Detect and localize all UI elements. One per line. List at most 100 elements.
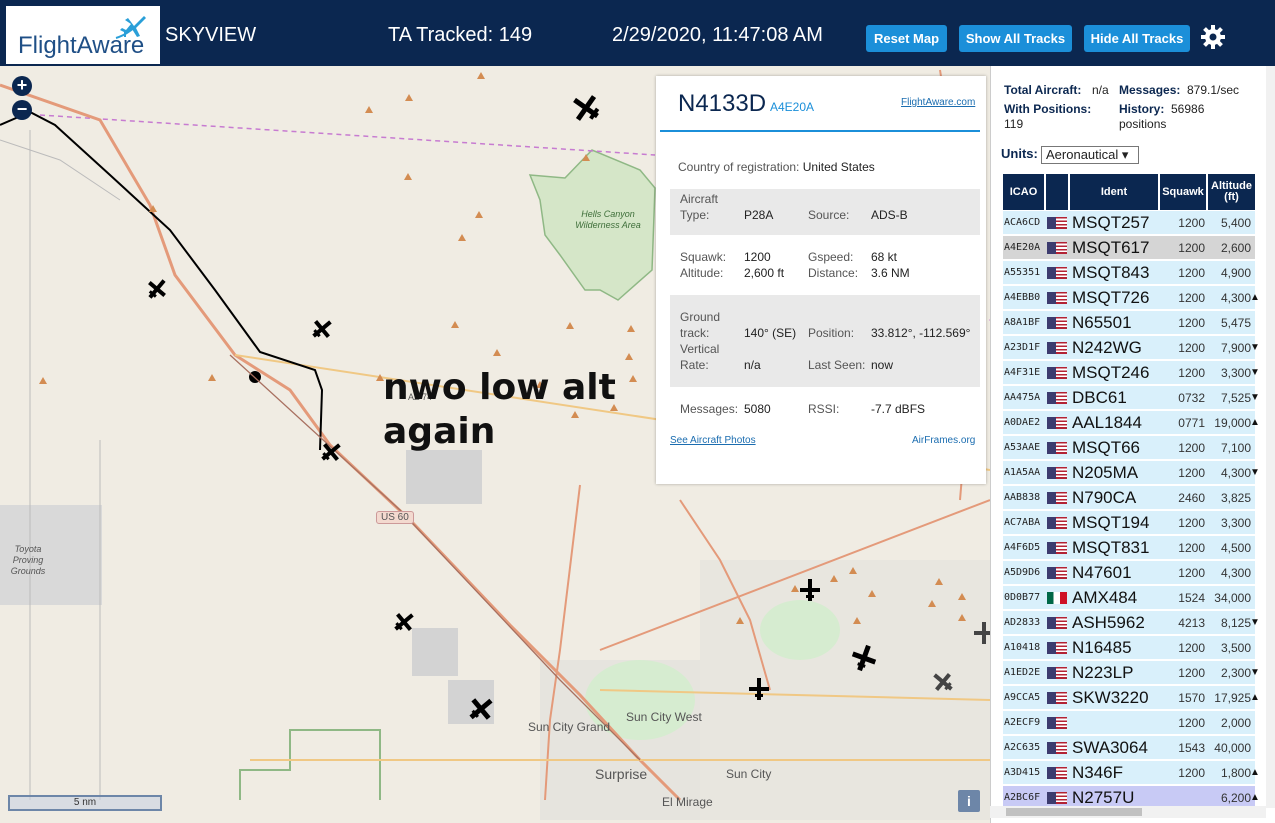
horizontal-scroll-thumb[interactable] bbox=[1006, 808, 1142, 816]
table-row[interactable]: A53AAE MSQT66 1200 7,100 bbox=[1003, 436, 1255, 460]
row-icao: A2C635 bbox=[1004, 742, 1041, 753]
row-altitude: 1,800 bbox=[1220, 766, 1251, 780]
aircraft-popup: N4133D A4E20A FlightAware.com Country of… bbox=[656, 76, 986, 484]
table-row[interactable]: A10418 N16485 1200 3,500 bbox=[1003, 636, 1255, 660]
total-aircraft-value: n/a bbox=[1092, 83, 1109, 97]
row-icao: AC7ABA bbox=[1004, 517, 1041, 528]
row-ident: MSQT831 bbox=[1072, 538, 1150, 557]
reset-map-button[interactable]: Reset Map bbox=[866, 25, 947, 52]
table-row[interactable]: AD2833 ASH5962 4213 8,125 ▼ bbox=[1003, 611, 1260, 635]
aircraft-type-label-2: Type: bbox=[680, 208, 710, 222]
us-flag-icon bbox=[1047, 767, 1067, 779]
lastseen-label: Last Seen: bbox=[808, 358, 866, 372]
row-squawk: 1200 bbox=[1178, 466, 1205, 480]
table-row[interactable]: A8A1BF N65501 1200 5,475 bbox=[1003, 311, 1255, 335]
position-label: Position: bbox=[808, 326, 855, 340]
info-icon[interactable]: i bbox=[958, 790, 980, 812]
row-ident: MSQT246 bbox=[1072, 363, 1150, 382]
row-altitude: 8,125 bbox=[1220, 616, 1251, 630]
table-row[interactable]: A2C635 SWA3064 1543 40,000 bbox=[1003, 736, 1255, 760]
popup-block-messages: Messages: 5080 RSSI: -7.7 dBFS bbox=[670, 394, 980, 424]
table-row[interactable]: A4E20A MSQT617 1200 2,600 bbox=[1003, 236, 1255, 260]
table-row[interactable]: A23D1F N242WG 1200 7,900 ▼ bbox=[1003, 336, 1260, 360]
row-icao: A53AAE bbox=[1004, 442, 1041, 453]
row-trend-icon: ▼ bbox=[1250, 367, 1260, 378]
table-row[interactable]: AC7ABA MSQT194 1200 3,300 bbox=[1003, 511, 1255, 535]
popup-block-type: Aircraft Type: P28A Source: ADS-B bbox=[670, 189, 980, 235]
col-icao[interactable]: ICAO bbox=[1003, 174, 1044, 210]
row-altitude: 5,475 bbox=[1220, 316, 1251, 330]
table-row[interactable]: A4F6D5 MSQT831 1200 4,500 bbox=[1003, 536, 1255, 560]
airframes-link[interactable]: AirFrames.org bbox=[912, 435, 975, 446]
messages-rate-label: Messages: bbox=[1119, 83, 1181, 97]
row-squawk: 1200 bbox=[1178, 716, 1205, 730]
row-ident: MSQT194 bbox=[1072, 513, 1150, 532]
flightaware-link[interactable]: FlightAware.com bbox=[901, 97, 975, 108]
popup-registration: N4133D bbox=[678, 90, 767, 117]
row-squawk: 1570 bbox=[1178, 691, 1205, 705]
table-row[interactable]: AA475A DBC61 0732 7,525 ▼ bbox=[1003, 386, 1260, 410]
hide-all-tracks-button[interactable]: Hide All Tracks bbox=[1084, 25, 1190, 52]
us-flag-icon bbox=[1047, 717, 1067, 729]
row-icao: AAB838 bbox=[1004, 492, 1041, 503]
units-label: Units: bbox=[1001, 146, 1038, 161]
us-flag-icon bbox=[1047, 542, 1067, 554]
row-altitude: 4,300 bbox=[1220, 466, 1251, 480]
row-icao: A5D9D6 bbox=[1004, 567, 1041, 578]
popup-hex: A4E20A bbox=[770, 100, 815, 114]
col-altitude-unit: (ft) bbox=[1224, 191, 1239, 203]
altitude-label: Altitude: bbox=[680, 266, 724, 280]
mexico-flag-icon bbox=[1047, 592, 1067, 604]
table-row[interactable]: A0DAE2 AAL1844 0771 19,000 ▲ bbox=[1003, 411, 1260, 435]
col-altitude[interactable]: Altitude (ft) bbox=[1208, 174, 1255, 210]
table-row[interactable]: A3D415 N346F 1200 1,800 ▲ bbox=[1003, 761, 1260, 785]
vrate-label: Vertical bbox=[680, 342, 720, 356]
zoom-out-button[interactable]: − bbox=[12, 100, 32, 120]
ground-track-label-2: track: bbox=[680, 326, 710, 340]
show-all-tracks-button[interactable]: Show All Tracks bbox=[959, 25, 1072, 52]
altitude-value: 2,600 ft bbox=[744, 266, 785, 280]
us-flag-icon bbox=[1047, 392, 1067, 404]
us-flag-icon bbox=[1047, 492, 1067, 504]
us-flag-icon bbox=[1047, 417, 1067, 429]
table-row[interactable]: ACA6CD MSQT257 1200 5,400 bbox=[1003, 211, 1255, 235]
row-squawk: 1200 bbox=[1178, 666, 1205, 680]
zoom-in-button[interactable]: + bbox=[12, 76, 32, 96]
table-row[interactable]: A4EBB0 MSQT726 1200 4,300 ▲ bbox=[1003, 286, 1260, 310]
col-ident[interactable]: Ident bbox=[1070, 174, 1158, 210]
row-icao: A1A5AA bbox=[1004, 467, 1041, 478]
row-icao: A4F6D5 bbox=[1004, 542, 1041, 553]
col-flag[interactable] bbox=[1046, 174, 1068, 210]
row-icao: A4E20A bbox=[1004, 242, 1041, 253]
table-row[interactable]: 0D0B77 AMX484 1524 34,000 bbox=[1003, 586, 1255, 610]
table-row[interactable]: A5D9D6 N47601 1200 4,300 bbox=[1003, 561, 1255, 585]
row-icao: A0DAE2 bbox=[1004, 417, 1041, 428]
row-ident: N205MA bbox=[1072, 463, 1139, 482]
aircraft-photos-link[interactable]: See Aircraft Photos bbox=[670, 435, 756, 446]
vertical-scrollbar[interactable] bbox=[1266, 66, 1275, 808]
table-row[interactable]: A9CCA5 SKW3220 1570 17,925 ▲ bbox=[1003, 686, 1260, 710]
col-squawk[interactable]: Squawk bbox=[1160, 174, 1206, 210]
row-ident: ASH5962 bbox=[1072, 613, 1145, 632]
row-trend-icon: ▼ bbox=[1250, 617, 1260, 628]
row-trend-icon: ▼ bbox=[1250, 467, 1260, 478]
table-row[interactable]: A2ECF9 1200 2,000 bbox=[1003, 711, 1255, 735]
annotation-line1: nwo low alt bbox=[383, 367, 616, 408]
row-squawk: 1543 bbox=[1178, 741, 1205, 755]
position-value: 33.812°, -112.569° bbox=[871, 326, 971, 340]
units-select[interactable]: Aeronautical ▾ bbox=[1041, 146, 1139, 164]
row-icao: AA475A bbox=[1004, 392, 1041, 403]
table-row[interactable]: A55351 MSQT843 1200 4,900 bbox=[1003, 261, 1255, 285]
gear-icon[interactable] bbox=[1200, 24, 1226, 50]
with-positions-label: With Positions: bbox=[1004, 102, 1092, 116]
flightaware-logo[interactable]: FlightAware bbox=[6, 6, 160, 64]
table-row[interactable]: A4F31E MSQT246 1200 3,300 ▼ bbox=[1003, 361, 1260, 385]
table-row[interactable]: A1ED2E N223LP 1200 2,300 ▼ bbox=[1003, 661, 1260, 685]
row-icao: ACA6CD bbox=[1004, 217, 1041, 228]
table-row[interactable]: A1A5AA N205MA 1200 4,300 ▼ bbox=[1003, 461, 1260, 485]
row-squawk: 1200 bbox=[1178, 541, 1205, 555]
row-ident: MSQT257 bbox=[1072, 213, 1150, 232]
row-icao: A4F31E bbox=[1004, 367, 1041, 378]
table-row[interactable]: AAB838 N790CA 2460 3,825 bbox=[1003, 486, 1255, 510]
us-flag-icon bbox=[1047, 667, 1067, 679]
